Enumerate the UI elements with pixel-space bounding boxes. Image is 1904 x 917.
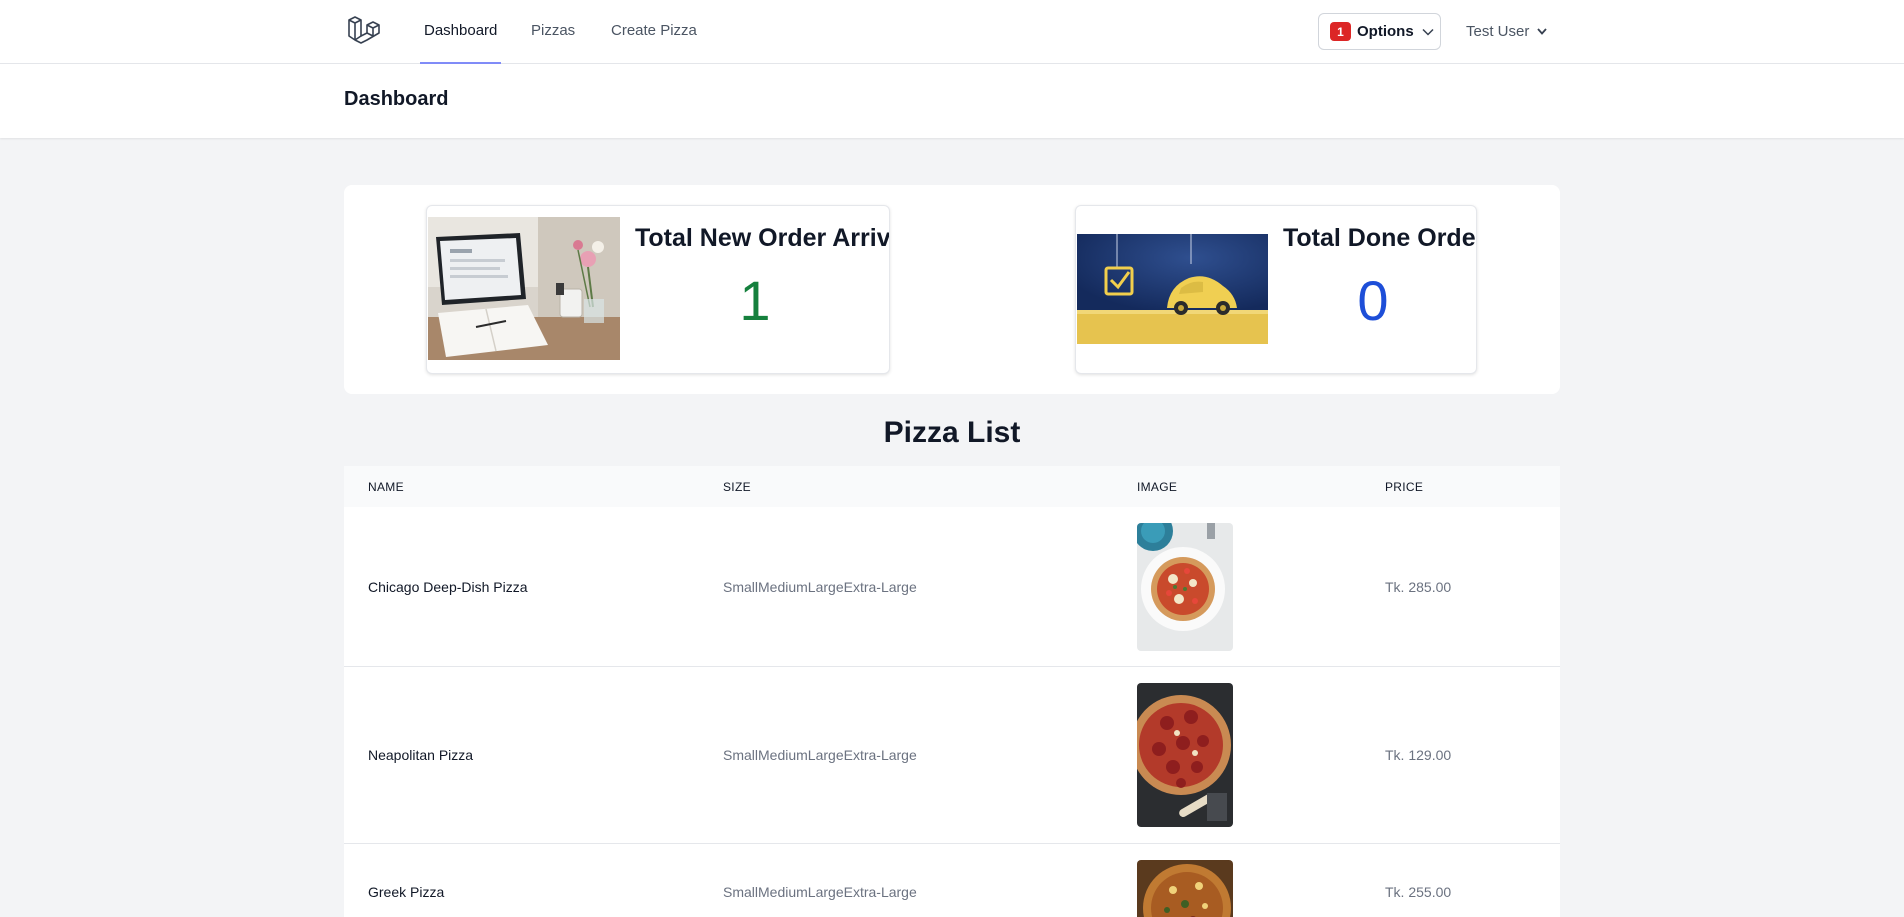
laravel-logo-icon[interactable] [346,14,382,50]
table-row[interactable]: Neapolitan Pizza SmallMediumLargeExtra-L… [344,667,1560,844]
nav-link-pizzas[interactable]: Pizzas [527,0,579,64]
pizza-list-title: Pizza List [883,416,1021,449]
chevron-down-icon [1537,27,1548,35]
laptop-desk-photo [428,217,620,360]
column-header-price: PRICE [1385,480,1424,494]
page-title: Dashboard [344,88,449,110]
notification-badge: 1 [1330,22,1351,41]
chevron-down-icon [1422,28,1434,36]
done-order-title: Total Done Order [1283,224,1477,252]
table-row[interactable]: Greek Pizza SmallMediumLargeExtra-Large … [344,844,1560,917]
column-header-size: SIZE [723,480,751,494]
column-header-name: NAME [368,480,404,494]
options-label: Options [1357,23,1414,40]
pizza-sizes: SmallMediumLargeExtra-Large [723,884,917,900]
done-order-card: Total Done Order 0 [1075,205,1477,374]
done-order-count: 0 [1357,269,1389,332]
pizza-sizes: SmallMediumLargeExtra-Large [723,747,917,763]
pizza-name: Neapolitan Pizza [368,747,474,763]
pizza-sizes: SmallMediumLargeExtra-Large [723,579,917,595]
page-header: Dashboard [0,64,1904,138]
pizza-photo [1137,860,1233,917]
stats-panel: Total New Order Arrive 1 Total Done Orde… [344,185,1560,394]
pizza-photo [1137,523,1233,651]
pizza-price: Tk. 129.00 [1385,747,1452,763]
table-row[interactable]: Chicago Deep-Dish Pizza SmallMediumLarge… [344,507,1560,667]
new-order-title: Total New Order Arrive [635,224,890,252]
new-order-count: 1 [739,269,771,332]
nav-link-dashboard[interactable]: Dashboard [420,0,502,64]
yellow-car-checkbox-illustration [1077,234,1268,344]
pizza-table: NAME SIZE IMAGE PRICE Chicago Deep-Dish … [344,466,1560,917]
pizza-price: Tk. 255.00 [1385,884,1452,900]
column-header-image: IMAGE [1137,480,1178,494]
nav-link-create-pizza[interactable]: Create Pizza [607,0,701,64]
user-name: Test User [1466,22,1530,40]
pizza-name: Chicago Deep-Dish Pizza [368,579,528,595]
table-header: NAME SIZE IMAGE PRICE [344,466,1560,507]
top-navigation: Dashboard Pizzas Create Pizza 1 Options … [0,0,1904,64]
pizza-name: Greek Pizza [368,884,445,900]
options-dropdown-button[interactable]: 1 Options [1318,13,1441,50]
new-order-card: Total New Order Arrive 1 [426,205,890,374]
pizza-price: Tk. 285.00 [1385,579,1452,595]
pizza-photo [1137,683,1233,827]
user-menu-dropdown[interactable]: Test User [1466,0,1548,62]
